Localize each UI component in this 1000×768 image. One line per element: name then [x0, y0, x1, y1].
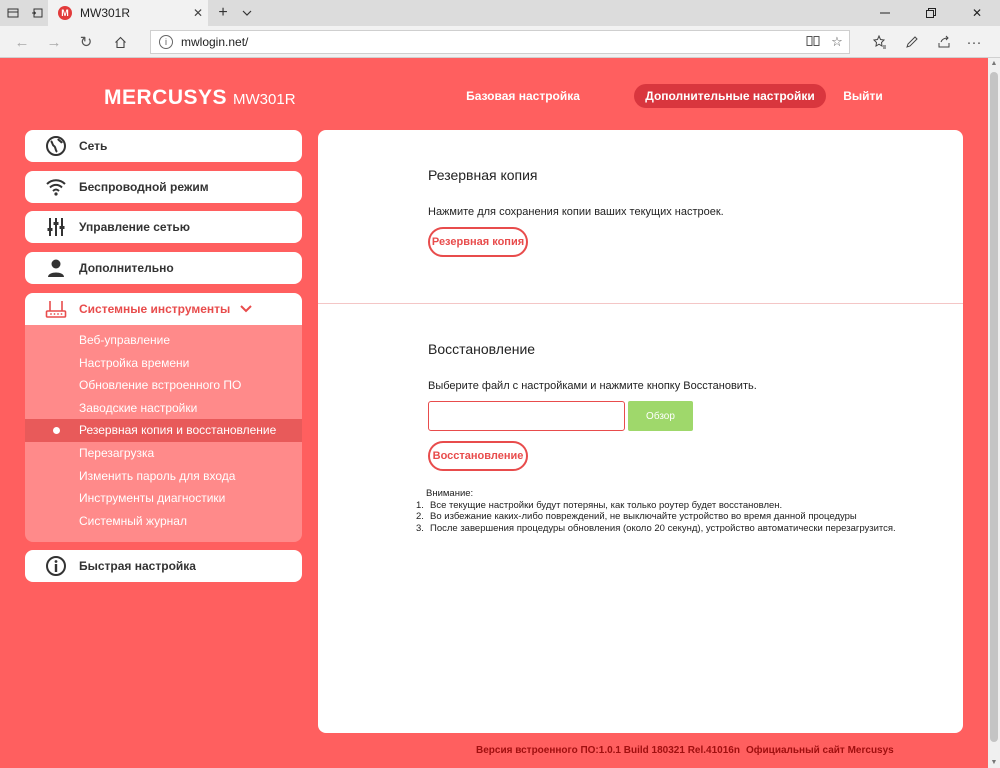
list-item: 1. Все текущие настройки будут потеряны, … — [416, 500, 896, 512]
home-icon[interactable] — [104, 26, 136, 58]
scroll-down-arrow-icon[interactable]: ▼ — [988, 759, 1000, 766]
pen-notes-icon[interactable] — [896, 26, 928, 58]
note-text: Во избежание каких-либо повреждений, не … — [430, 511, 857, 522]
tab-list-chevron-icon[interactable] — [236, 0, 258, 26]
back-arrow-icon[interactable]: ← — [6, 26, 38, 58]
submenu-label: Изменить пароль для входа — [79, 468, 236, 483]
sidebar-item-label: Управление сетью — [79, 220, 190, 234]
sidebar-item-label: Беспроводной режим — [79, 180, 209, 194]
model-name: MW301R — [233, 91, 296, 108]
brand-name: MERCUSYS — [104, 86, 228, 109]
sliders-icon — [45, 216, 67, 238]
submenu-label: Инструменты диагностики — [79, 491, 226, 506]
submenu-reboot[interactable]: Перезагрузка — [25, 442, 302, 465]
nav-advanced-settings[interactable]: Дополнительные настройки — [634, 84, 826, 108]
system-tools-submenu: Веб-управление Настройка времени Обновле… — [25, 325, 302, 542]
submenu-label: Обновление встроенного ПО — [79, 378, 242, 393]
page-scrollbar[interactable]: ▲ ▼ — [988, 58, 1000, 768]
list-item: 2. Во избежание каких-либо повреждений, н… — [416, 511, 896, 523]
sidebar-item-quick-setup[interactable]: Быстрая настройка — [25, 550, 302, 582]
scroll-thumb[interactable] — [990, 72, 998, 742]
browser-tab[interactable]: M MW301R ✕ — [48, 0, 208, 26]
restore-button[interactable]: Восстановление — [428, 441, 528, 471]
restore-window-icon[interactable] — [908, 0, 954, 26]
warning-notes: Внимание: 1. Все текущие настройки будут … — [416, 488, 896, 534]
tab-preview-icon[interactable] — [26, 0, 48, 26]
user-icon — [45, 257, 67, 279]
note-text: Все текущие настройки будут потеряны, ка… — [430, 499, 783, 511]
share-icon[interactable] — [928, 26, 960, 58]
submenu-time-settings[interactable]: Настройка времени — [25, 352, 302, 375]
browser-tab-bar: M MW301R ✕ + ✕ — [0, 0, 1000, 26]
tabs-aside-icon[interactable] — [2, 0, 24, 26]
info-icon — [45, 555, 67, 577]
more-menu-icon[interactable]: ··· — [958, 26, 990, 58]
address-url[interactable]: mwlogin.net/ — [181, 35, 801, 49]
note-text: После завершения процедуры обновления (о… — [430, 522, 896, 534]
sidebar-item-additional[interactable]: Дополнительно — [25, 252, 302, 284]
firmware-version: Версия встроенного ПО:1.0.1 Build 180321… — [476, 745, 740, 756]
note-number: 1. — [416, 499, 424, 511]
chevron-down-icon — [240, 302, 252, 316]
sidebar-item-network[interactable]: Сеть — [25, 130, 302, 162]
refresh-icon[interactable]: ↻ — [70, 26, 102, 58]
mercusys-logo: MERCUSYS MW301R — [104, 86, 296, 110]
sidebar-item-label: Дополнительно — [79, 261, 174, 275]
submenu-label: Перезагрузка — [79, 445, 155, 460]
globe-icon — [45, 135, 67, 157]
sidebar-item-label: Системные инструменты — [79, 302, 231, 316]
submenu-system-log[interactable]: Системный журнал — [25, 510, 302, 533]
forward-arrow-icon[interactable]: → — [38, 26, 70, 58]
backup-title: Резервная копия — [428, 167, 538, 183]
nav-logout[interactable]: Выйти — [836, 84, 890, 108]
official-site-link[interactable]: Официальный сайт Mercusys — [746, 745, 894, 756]
favorites-hub-icon[interactable] — [864, 26, 896, 58]
note-number: 2. — [416, 511, 424, 522]
list-item: 3. После завершения процедуры обновления … — [416, 523, 896, 535]
browser-nav-bar: ← → ↻ i mwlogin.net/ ☆ ··· — [0, 26, 1000, 58]
sidebar-item-label: Быстрая настройка — [79, 559, 196, 573]
submenu-diagnostics[interactable]: Инструменты диагностики — [25, 487, 302, 510]
wifi-icon — [45, 176, 67, 198]
submenu-label: Веб-управление — [79, 333, 171, 347]
sidebar-item-label: Сеть — [79, 139, 108, 153]
submenu-web-management[interactable]: Веб-управление — [25, 329, 302, 352]
new-tab-icon[interactable]: + — [212, 0, 234, 26]
router-icon — [45, 298, 67, 320]
section-divider — [318, 303, 963, 304]
sidebar-item-system-tools[interactable]: Системные инструменты — [25, 293, 302, 325]
submenu-label: Заводские настройки — [79, 400, 198, 415]
backup-button[interactable]: Резервная копия — [428, 227, 528, 257]
restore-file-input[interactable] — [428, 401, 625, 431]
favorite-star-icon[interactable]: ☆ — [825, 34, 849, 50]
submenu-label: Системный журнал — [79, 513, 187, 528]
submenu-backup-restore[interactable]: Резервная копия и восстановление — [25, 419, 302, 442]
close-tab-icon[interactable]: ✕ — [188, 6, 208, 20]
tab-title: MW301R — [80, 6, 131, 20]
browse-button[interactable]: Обзор — [628, 401, 693, 431]
scroll-up-arrow-icon[interactable]: ▲ — [988, 60, 1000, 67]
submenu-factory-defaults[interactable]: Заводские настройки — [25, 397, 302, 420]
nav-basic-settings[interactable]: Базовая настройка — [456, 84, 590, 108]
notes-list: 1. Все текущие настройки будут потеряны, … — [416, 500, 896, 535]
submenu-label: Резервная копия и восстановление — [79, 423, 277, 438]
close-window-icon[interactable]: ✕ — [954, 0, 1000, 26]
address-bar[interactable]: i mwlogin.net/ ☆ — [150, 30, 850, 54]
reading-view-icon[interactable] — [801, 35, 825, 50]
submenu-change-password[interactable]: Изменить пароль для входа — [25, 465, 302, 488]
main-panel: Резервная копия Нажмите для сохранения к… — [318, 130, 963, 733]
restore-description: Выберите файл с настройками и нажмите кн… — [428, 380, 757, 392]
notes-heading: Внимание: — [426, 488, 474, 499]
backup-description: Нажмите для сохранения копии ваших текущ… — [428, 206, 724, 218]
sidebar-item-network-control[interactable]: Управление сетью — [25, 211, 302, 243]
minimize-window-icon[interactable] — [862, 0, 908, 26]
selected-dot-icon — [53, 427, 60, 435]
sidebar-item-wireless[interactable]: Беспроводной режим — [25, 171, 302, 203]
submenu-label: Настройка времени — [79, 355, 190, 370]
mercusys-favicon-icon: M — [58, 6, 72, 20]
submenu-firmware-upgrade[interactable]: Обновление встроенного ПО — [25, 374, 302, 397]
site-info-icon[interactable]: i — [159, 35, 173, 49]
restore-title: Восстановление — [428, 341, 536, 357]
note-number: 3. — [416, 522, 424, 534]
